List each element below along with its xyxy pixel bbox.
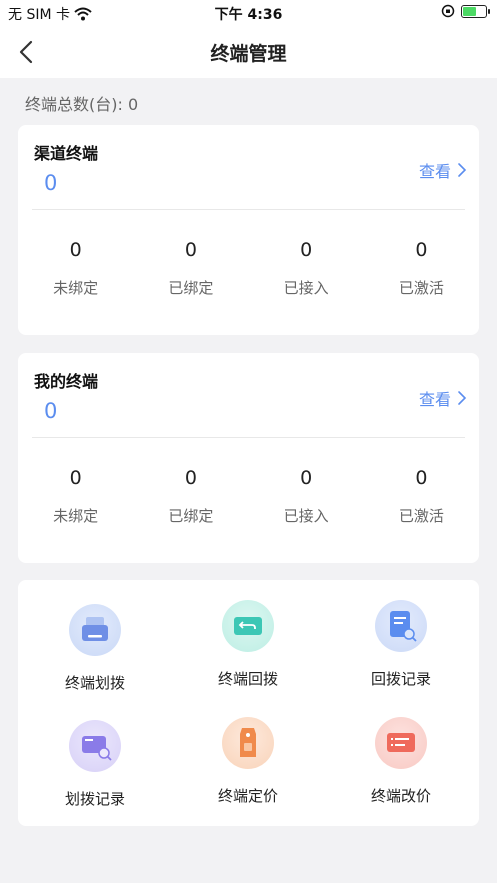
actions-panel: 终端划拨 终端回拨 回拨记录 划拨记录 终端定价 终端改价 — [18, 580, 479, 826]
stats-row: 0 未绑定 0 已绑定 0 已接入 0 已激活 — [18, 239, 479, 298]
nav-bar: 终端管理 — [0, 26, 497, 78]
action-label: 回拨记录 — [370, 670, 431, 688]
stat-value: 0 — [415, 239, 428, 261]
terminal-return-icon — [222, 600, 274, 652]
stat-unbound[interactable]: 0 未绑定 — [18, 467, 133, 526]
view-button[interactable]: 查看 — [419, 386, 467, 410]
view-button[interactable]: 查看 — [419, 158, 467, 182]
stat-value: 0 — [300, 239, 313, 261]
status-right — [441, 4, 490, 18]
stat-connected[interactable]: 0 已接入 — [249, 239, 364, 298]
channel-terminal-card: 渠道终端 0 查看 0 未绑定 0 已绑定 0 已接入 0 已激活 — [18, 125, 479, 335]
terminal-pricing-button[interactable]: 终端定价 — [178, 717, 318, 806]
action-label: 终端改价 — [370, 787, 431, 805]
divider — [32, 209, 465, 210]
stat-value: 0 — [184, 467, 197, 489]
card-title: 我的终端 — [34, 372, 99, 391]
stat-label: 已接入 — [283, 507, 329, 525]
battery-icon — [461, 4, 490, 18]
terminal-pricing-icon — [222, 717, 274, 769]
terminal-return-button[interactable]: 终端回拨 — [178, 600, 318, 689]
stat-value: 0 — [184, 239, 197, 261]
terminal-reprice-button[interactable]: 终端改价 — [331, 717, 471, 806]
return-record-button[interactable]: 回拨记录 — [331, 600, 471, 689]
view-label: 查看 — [418, 390, 451, 409]
stat-value: 0 — [69, 239, 82, 261]
my-terminal-card: 我的终端 0 查看 0 未绑定 0 已绑定 0 已接入 0 已激活 — [18, 353, 479, 563]
stat-value: 0 — [69, 467, 82, 489]
page-title: 终端管理 — [210, 43, 287, 65]
action-label: 终端定价 — [217, 787, 278, 805]
card-total-value: 0 — [44, 399, 58, 423]
return-record-icon — [375, 600, 427, 652]
stat-value: 0 — [415, 467, 428, 489]
stat-label: 已绑定 — [168, 279, 214, 297]
stat-connected[interactable]: 0 已接入 — [249, 467, 364, 526]
transfer-record-icon — [69, 720, 121, 772]
view-label: 查看 — [418, 162, 451, 181]
stat-unbound[interactable]: 0 未绑定 — [18, 239, 133, 298]
status-bar: 无 SIM 卡 下午 4:36 — [0, 0, 497, 26]
stat-label: 已激活 — [398, 279, 444, 297]
stat-value: 0 — [300, 467, 313, 489]
stat-label: 未绑定 — [53, 279, 99, 297]
action-label: 划拨记录 — [64, 790, 125, 808]
divider — [32, 437, 465, 438]
status-time: 下午 4:36 — [214, 7, 283, 23]
chevron-right-icon — [458, 163, 467, 177]
terminal-transfer-icon — [69, 604, 121, 656]
terminal-reprice-icon — [375, 717, 427, 769]
terminal-total-label: 终端总数(台): 0 — [25, 95, 139, 114]
stat-bound[interactable]: 0 已绑定 — [133, 239, 248, 298]
stat-label: 已绑定 — [168, 507, 214, 525]
stat-label: 已激活 — [398, 507, 444, 525]
orientation-lock-icon — [441, 4, 455, 18]
chevron-right-icon — [458, 391, 467, 405]
stats-row: 0 未绑定 0 已绑定 0 已接入 0 已激活 — [18, 467, 479, 526]
card-total-value: 0 — [44, 171, 58, 195]
transfer-record-button[interactable]: 划拨记录 — [25, 720, 165, 809]
stat-label: 已接入 — [283, 279, 329, 297]
stat-bound[interactable]: 0 已绑定 — [133, 467, 248, 526]
action-label: 终端划拨 — [64, 674, 125, 692]
card-title: 渠道终端 — [34, 144, 99, 163]
terminal-transfer-button[interactable]: 终端划拨 — [25, 604, 165, 693]
action-label: 终端回拨 — [217, 670, 278, 688]
stat-label: 未绑定 — [53, 507, 99, 525]
stat-activated[interactable]: 0 已激活 — [364, 467, 479, 526]
stat-activated[interactable]: 0 已激活 — [364, 239, 479, 298]
